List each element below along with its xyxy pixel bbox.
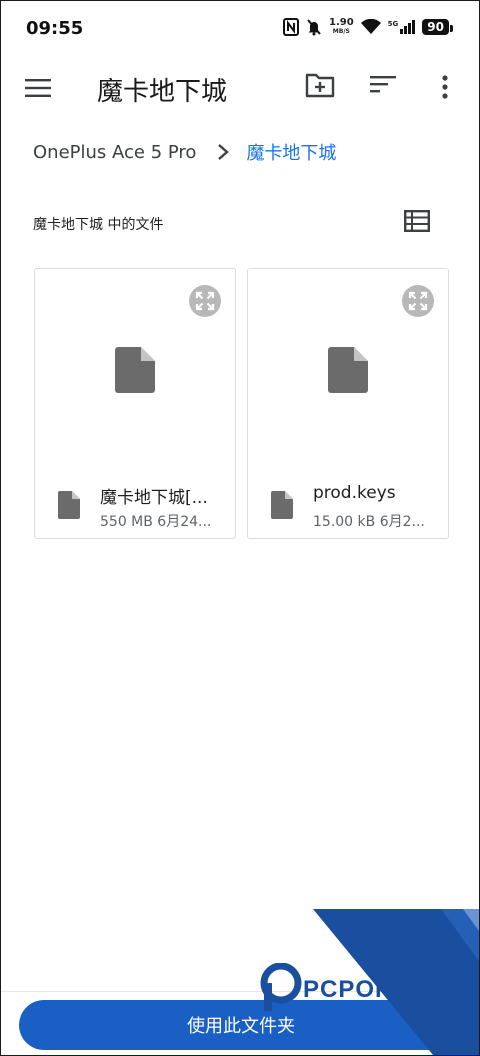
screen: 09:55 1.90 MB/S 5G 90 魔卡地下城 OnePlus Ace … — [0, 0, 480, 1056]
file-meta: 550 MB 6月24... — [100, 514, 212, 530]
net-speed-unit: MB/S — [332, 28, 350, 35]
fullscreen-icon — [195, 291, 215, 311]
file-thumbnail-icon — [115, 347, 155, 393]
file-name: prod.keys — [313, 483, 396, 503]
cell-signal-icon: 5G — [388, 20, 416, 34]
breadcrumb: OnePlus Ace 5 Pro 魔卡地下城 — [33, 139, 336, 165]
menu-button[interactable] — [23, 73, 53, 103]
network-type-label: 5G — [387, 20, 399, 28]
page-title: 魔卡地下城 — [97, 77, 228, 107]
file-name: 魔卡地下城[... — [100, 488, 208, 508]
section-title: 魔卡地下城 中的文件 — [33, 217, 164, 233]
status-bar: 09:55 1.90 MB/S 5G 90 — [1, 1, 479, 57]
battery-indicator: 90 — [422, 19, 453, 35]
status-icons: 1.90 MB/S 5G 90 — [282, 18, 453, 36]
breadcrumb-root[interactable]: OnePlus Ace 5 Pro — [33, 142, 196, 163]
file-type-icon — [271, 491, 293, 519]
nfc-icon — [282, 18, 299, 36]
status-time: 09:55 — [26, 18, 84, 39]
chevron-right-icon — [218, 144, 230, 160]
list-view-icon — [404, 210, 431, 233]
app-bar: 魔卡地下城 — [1, 59, 479, 117]
sort-icon — [370, 76, 396, 93]
more-vert-icon — [442, 75, 448, 99]
breadcrumb-current[interactable]: 魔卡地下城 — [246, 139, 336, 165]
use-this-folder-button[interactable]: 使用此文件夹 — [19, 1000, 463, 1050]
file-meta: 15.00 kB 6月2... — [313, 514, 425, 530]
file-thumbnail-icon — [328, 347, 368, 393]
list-view-button[interactable] — [404, 210, 431, 236]
mute-icon — [307, 19, 321, 36]
file-type-icon — [58, 491, 80, 519]
file-card[interactable]: prod.keys 15.00 kB 6月2... — [247, 268, 449, 539]
fullscreen-icon — [408, 291, 428, 311]
menu-icon — [25, 79, 51, 97]
net-speed-value: 1.90 — [328, 17, 354, 28]
sort-button[interactable] — [369, 73, 399, 103]
preview-expand-button[interactable] — [402, 285, 434, 317]
watermark-text: PCPOP下载 — [303, 976, 443, 1003]
bottom-divider — [1, 991, 479, 992]
net-speed-indicator: 1.90 MB/S — [329, 18, 354, 36]
new-folder-button[interactable] — [305, 71, 337, 103]
wifi-icon — [360, 19, 381, 34]
more-options-button[interactable] — [433, 71, 457, 103]
preview-expand-button[interactable] — [189, 285, 221, 317]
file-card[interactable]: 魔卡地下城[... 550 MB 6月24... — [34, 268, 236, 539]
create-folder-icon — [305, 73, 335, 98]
